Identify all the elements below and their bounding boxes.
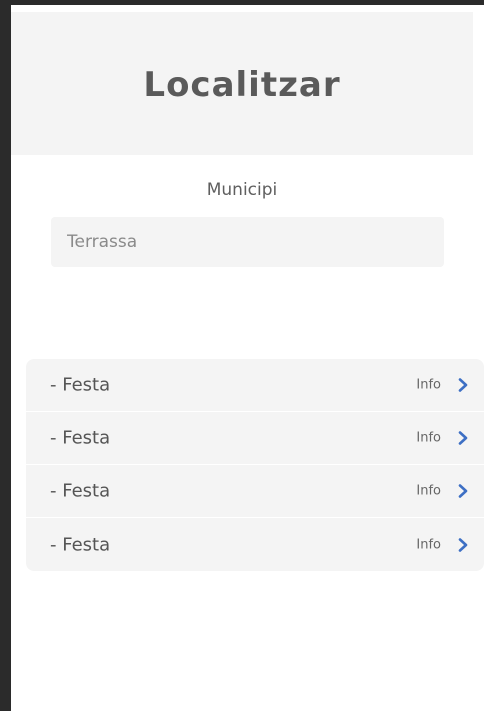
info-link[interactable]: Info	[416, 431, 441, 446]
municipi-input[interactable]	[51, 217, 444, 267]
header-bar: Localitzar	[11, 12, 473, 155]
list-item-label: - Festa	[50, 534, 111, 555]
info-link[interactable]: Info	[416, 484, 441, 499]
info-link[interactable]: Info	[416, 537, 441, 552]
chevron-right-icon[interactable]	[456, 537, 470, 552]
device-frame-left	[0, 0, 11, 711]
list-item[interactable]: - Festa Info	[26, 359, 484, 412]
municipi-label: Municipi	[206, 180, 278, 200]
list-item-label: - Festa	[50, 374, 111, 396]
list-item[interactable]: - Festa Info	[26, 518, 484, 571]
chevron-right-icon[interactable]	[456, 431, 470, 445]
chevron-right-icon[interactable]	[456, 484, 470, 498]
list-item[interactable]: - Festa Info	[26, 412, 484, 465]
list-item-label: - Festa	[50, 480, 111, 502]
list-item[interactable]: - Festa Info	[26, 465, 484, 518]
festa-list: - Festa Info - Festa Info - Festa Info -…	[26, 359, 484, 571]
app-screen: Localitzar Municipi - Festa Info - Festa…	[11, 5, 484, 711]
chevron-right-icon[interactable]	[456, 378, 470, 392]
info-link[interactable]: Info	[416, 378, 441, 393]
page-title: Localitzar	[143, 65, 341, 105]
list-item-label: - Festa	[50, 427, 111, 449]
